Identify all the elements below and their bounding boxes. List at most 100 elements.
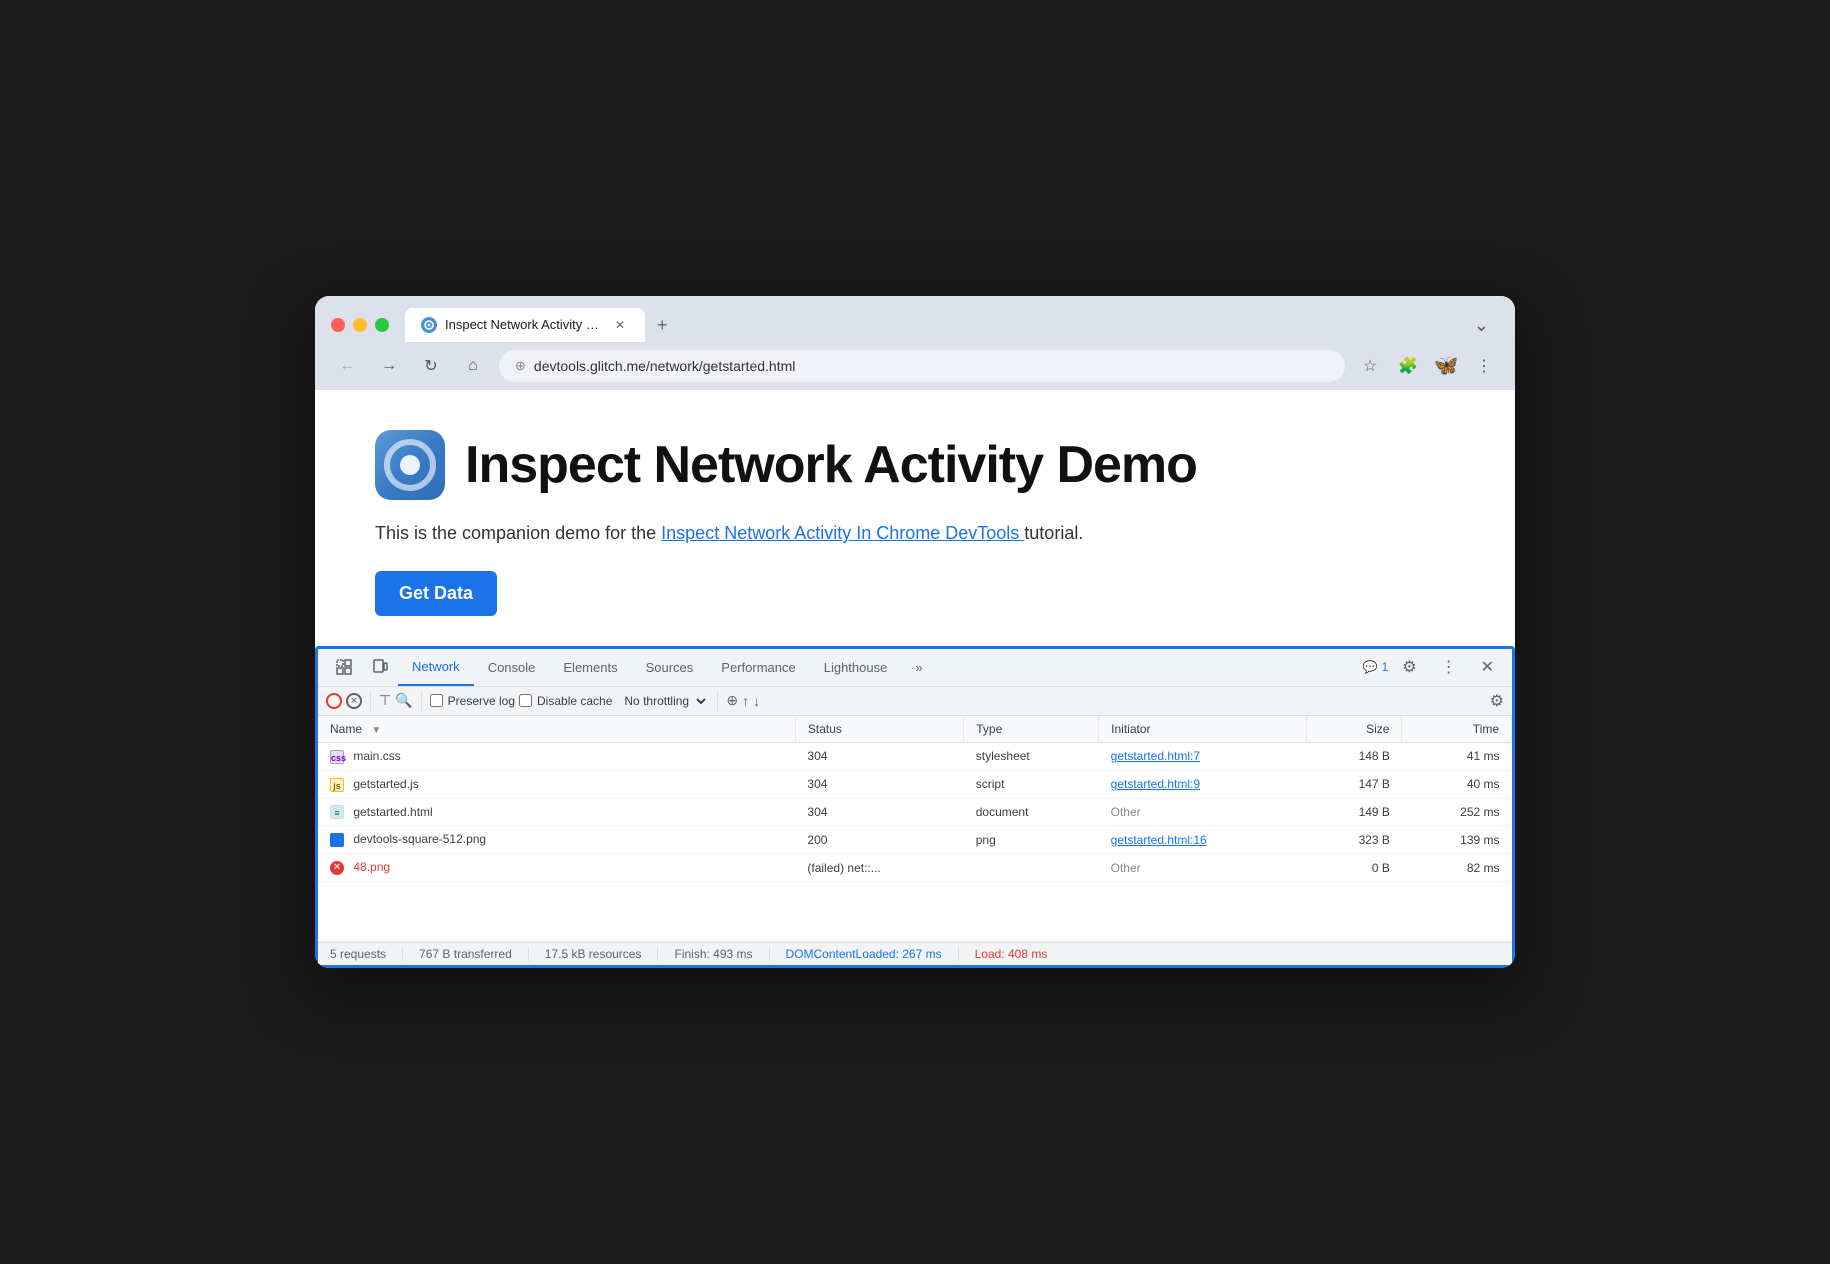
upload-icon[interactable]: ↑ — [742, 693, 749, 709]
col-name: Name ▼ — [318, 716, 795, 743]
clear-button[interactable]: ✕ — [346, 693, 362, 709]
cell-type: document — [964, 798, 1099, 826]
tab-lighthouse[interactable]: Lighthouse — [810, 650, 902, 685]
status-transferred: 767 B transferred — [419, 947, 512, 961]
js-icon: js — [330, 778, 344, 792]
devtools-more-icon[interactable]: ⋮ — [1431, 649, 1467, 685]
status-resources: 17.5 kB resources — [545, 947, 642, 961]
console-messages-badge: 💬 1 — [1363, 660, 1389, 674]
cell-initiator: Other — [1099, 798, 1307, 826]
bookmark-icon[interactable]: ☆ — [1355, 351, 1385, 381]
tab-elements[interactable]: Elements — [549, 650, 631, 685]
cell-time: 82 ms — [1402, 854, 1512, 882]
col-status: Status — [795, 716, 963, 743]
initiator-link[interactable]: getstarted.html:7 — [1111, 749, 1200, 763]
html-icon: ≡ — [330, 805, 344, 819]
devtools-settings-icon[interactable]: ⚙ — [1392, 649, 1426, 685]
tab-network[interactable]: Network — [398, 649, 474, 686]
search-icon[interactable]: 🔍 — [395, 692, 412, 709]
network-table-header: Name ▼ Status Type Initiator Size Time — [318, 716, 1512, 743]
extension-icon[interactable]: 🧩 — [1393, 351, 1423, 381]
cell-initiator: getstarted.html:7 — [1099, 742, 1307, 770]
disable-cache-checkbox[interactable]: Disable cache — [519, 694, 612, 708]
avatar-icon[interactable]: 🦋 — [1431, 351, 1461, 381]
filter-icon[interactable]: ⊤ — [379, 692, 391, 709]
active-tab[interactable]: Inspect Network Activity Dem ✕ — [405, 308, 645, 342]
table-row[interactable]: js getstarted.js 304 script getstarted.h… — [318, 770, 1512, 798]
png-icon — [330, 833, 344, 847]
cell-time: 40 ms — [1402, 770, 1512, 798]
address-bar-input-container[interactable]: ⊕ devtools.glitch.me/network/getstarted.… — [499, 350, 1345, 382]
get-data-button[interactable]: Get Data — [375, 571, 497, 616]
cell-type: png — [964, 826, 1099, 854]
forward-button[interactable]: → — [373, 350, 405, 382]
name-sort-icon: ▼ — [371, 725, 381, 736]
cell-size: 149 B — [1306, 798, 1402, 826]
network-settings-icon[interactable]: ⚙ — [1490, 691, 1504, 711]
status-separator-1 — [402, 947, 403, 961]
initiator-link[interactable]: getstarted.html:16 — [1111, 833, 1207, 847]
table-row[interactable]: css main.css 304 stylesheet getstarted.h… — [318, 742, 1512, 770]
table-row[interactable]: ✕ 48.png (failed) net::... Other 0 B 82 … — [318, 854, 1512, 882]
tab-sources[interactable]: Sources — [632, 650, 708, 685]
maximize-traffic-light[interactable] — [375, 318, 389, 332]
reload-button[interactable]: ↻ — [415, 350, 447, 382]
wifi-import-icon[interactable]: ⊕ — [726, 692, 738, 709]
page-content: Inspect Network Activity Demo This is th… — [315, 390, 1515, 646]
devtools-toolbar: ✕ ⊤ 🔍 Preserve log Disable cache No thro… — [318, 687, 1512, 716]
cell-size: 148 B — [1306, 742, 1402, 770]
new-tab-button[interactable]: + — [647, 309, 678, 342]
preserve-log-input[interactable] — [430, 694, 443, 707]
col-type: Type — [964, 716, 1099, 743]
inspect-element-icon[interactable] — [326, 651, 362, 683]
devtools-panel: Network Console Elements Sources Perform… — [315, 646, 1515, 968]
devtools-tabs-bar: Network Console Elements Sources Perform… — [318, 649, 1512, 687]
tab-performance[interactable]: Performance — [707, 650, 809, 685]
page-description: This is the companion demo for the Inspe… — [375, 520, 1455, 547]
tab-dropdown-button[interactable]: ⌄ — [1464, 309, 1499, 342]
download-icon[interactable]: ↓ — [753, 693, 760, 709]
empty-row — [318, 882, 1512, 942]
table-row[interactable]: ≡ getstarted.html 304 document Other 149… — [318, 798, 1512, 826]
cell-name: ✕ 48.png — [318, 854, 795, 882]
chat-icon: 💬 — [1363, 660, 1378, 674]
cell-status: 200 — [795, 826, 963, 854]
cell-name: ≡ getstarted.html — [318, 798, 795, 826]
home-button[interactable]: ⌂ — [457, 350, 489, 382]
page-header: Inspect Network Activity Demo — [375, 430, 1455, 500]
tab-close-button[interactable]: ✕ — [611, 316, 629, 334]
cell-size: 323 B — [1306, 826, 1402, 854]
initiator-link[interactable]: getstarted.html:9 — [1111, 777, 1200, 791]
tab-bar: Inspect Network Activity Dem ✕ + ⌄ — [405, 308, 1499, 342]
cell-type — [964, 854, 1099, 882]
minimize-traffic-light[interactable] — [353, 318, 367, 332]
throttle-select[interactable]: No throttling Slow 3G Fast 3G — [616, 691, 709, 711]
cell-status: 304 — [795, 742, 963, 770]
table-row[interactable]: devtools-square-512.png 200 png getstart… — [318, 826, 1512, 854]
chrome-logo — [375, 430, 445, 500]
browser-toolbar-icons: ☆ 🧩 🦋 ⋮ — [1355, 351, 1499, 381]
cell-type: script — [964, 770, 1099, 798]
status-finish: Finish: 493 ms — [674, 947, 752, 961]
css-icon: css — [330, 750, 344, 764]
tracking-icon: ⊕ — [515, 358, 526, 374]
network-table-body: css main.css 304 stylesheet getstarted.h… — [318, 742, 1512, 941]
back-button[interactable]: ← — [331, 350, 363, 382]
url-input[interactable]: devtools.glitch.me/network/getstarted.ht… — [534, 358, 1329, 374]
close-traffic-light[interactable] — [331, 318, 345, 332]
tab-console[interactable]: Console — [474, 650, 550, 685]
record-button[interactable] — [326, 693, 342, 709]
device-toolbar-icon[interactable] — [362, 651, 398, 683]
disable-cache-input[interactable] — [519, 694, 532, 707]
tutorial-link[interactable]: Inspect Network Activity In Chrome DevTo… — [661, 523, 1024, 543]
cell-size: 147 B — [1306, 770, 1402, 798]
browser-window: Inspect Network Activity Dem ✕ + ⌄ ← → ↻… — [315, 296, 1515, 968]
tab-more[interactable]: » — [901, 650, 936, 685]
status-domcontentloaded: DOMContentLoaded: 267 ms — [786, 947, 942, 961]
description-prefix: This is the companion demo for the — [375, 523, 661, 543]
devtools-close-icon[interactable]: ✕ — [1471, 649, 1504, 685]
cell-size: 0 B — [1306, 854, 1402, 882]
status-requests: 5 requests — [330, 947, 386, 961]
preserve-log-checkbox[interactable]: Preserve log — [430, 694, 515, 708]
browser-menu-icon[interactable]: ⋮ — [1469, 351, 1499, 381]
